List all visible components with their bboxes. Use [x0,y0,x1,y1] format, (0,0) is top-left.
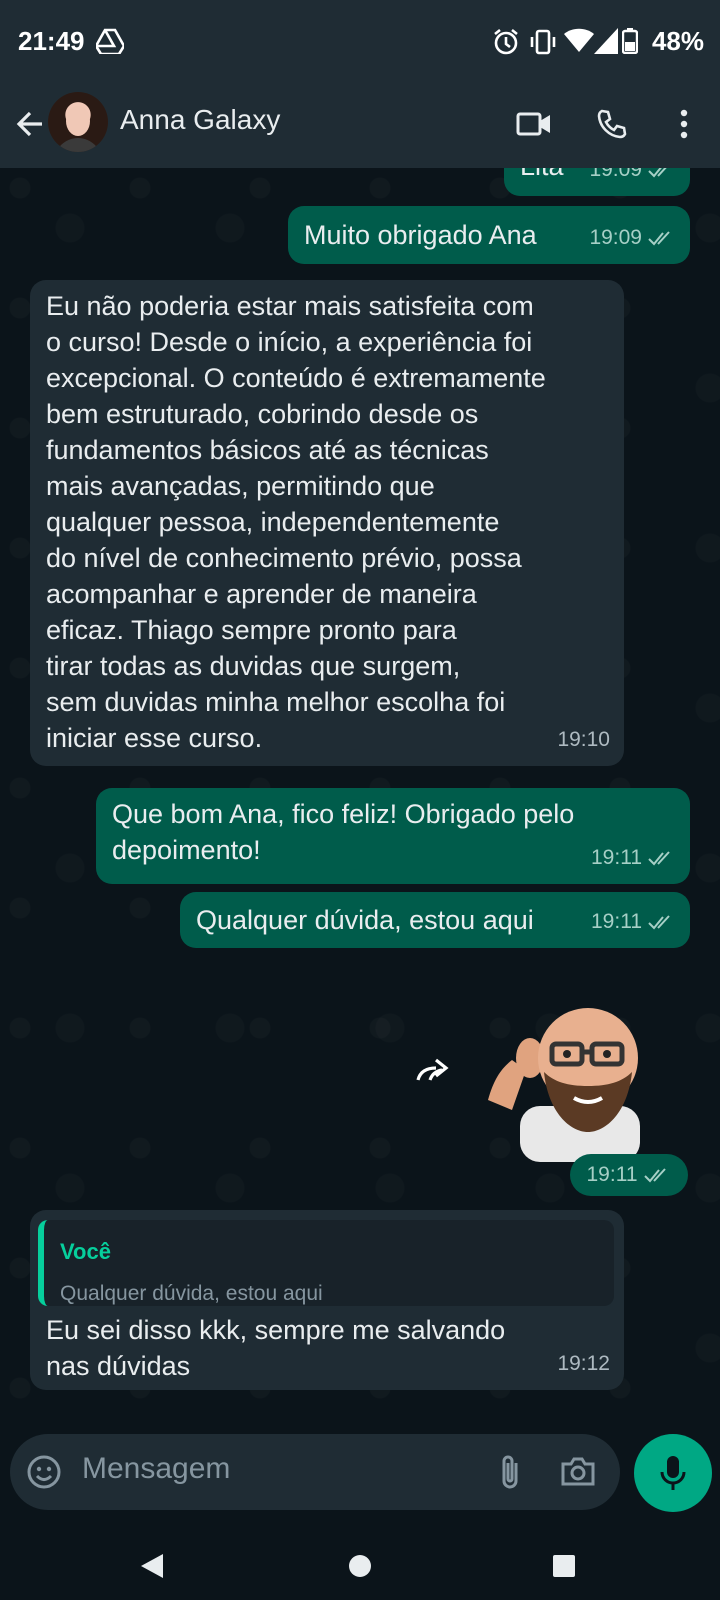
read-ticks-icon [648,851,670,866]
message-meta: 19:09 [589,168,676,188]
read-ticks-icon [643,1168,666,1183]
signal-icon [594,28,618,59]
attach-icon[interactable] [488,1450,532,1494]
status-time: 21:49 [18,26,85,56]
message-time: 19:10 [557,728,610,751]
message-meta: 19:10 [557,722,610,758]
avatar[interactable] [48,92,108,152]
status-bar: 21:49 48% [0,0,720,84]
battery-icon [621,28,639,59]
voice-call-icon[interactable] [590,102,634,146]
message-time: 19:09 [589,168,642,181]
message-meta: 19:09 [589,220,676,256]
quoted-message[interactable]: Você Qualquer dúvida, estou aqui [38,1220,614,1306]
emoji-icon[interactable] [22,1450,66,1494]
message-input[interactable]: Mensagem [82,1452,230,1486]
back-arrow-icon[interactable] [12,106,48,142]
vibrate-icon [530,28,556,61]
mic-button[interactable] [634,1434,712,1512]
sticker-meta: 19:11 [570,1154,688,1196]
message-time: 19:11 [591,846,642,869]
message-text: Muito obrigado Ana [304,220,537,250]
message-time: 19:12 [557,1352,610,1375]
message-bubble[interactable]: Eu não poderia estar mais satisfeita com… [30,280,624,766]
nav-recents-icon[interactable] [546,1548,582,1584]
message-meta: 19:11 [591,904,676,940]
message-meta: 19:12 [557,1346,610,1382]
contact-name[interactable]: Anna Galaxy [120,104,280,136]
message-time: 19:11 [586,1163,638,1186]
nav-home-icon[interactable] [342,1548,378,1584]
message-bubble[interactable]: Lita 19:09 [504,168,690,196]
message-text: Qualquer dúvida, estou aqui [196,905,534,935]
system-nav-bar [0,1528,720,1600]
message-composer[interactable]: Mensagem [10,1434,620,1510]
nav-back-icon[interactable] [134,1548,170,1584]
wifi-icon [564,28,594,59]
message-bubble[interactable]: Qualquer dúvida, estou aqui 19:11 [180,892,690,948]
battery-percent: 48% [651,26,704,56]
chat-header: Anna Galaxy [0,84,720,168]
read-ticks-icon [648,915,670,930]
memoji-sticker[interactable] [480,1002,660,1162]
mic-icon [660,1456,686,1490]
message-bubble[interactable]: Muito obrigado Ana 19:09 [288,206,690,264]
message-bubble[interactable]: Que bom Ana, fico feliz! Obrigado pelo d… [96,788,690,884]
message-text: Lita [520,168,564,184]
read-ticks-icon [648,231,670,246]
message-text: Que bom Ana, fico feliz! Obrigado pelo d… [112,799,575,865]
top-bar: 21:49 48% Anna Galaxy [0,0,720,168]
more-options-icon[interactable] [662,102,706,146]
message-bubble[interactable]: Você Qualquer dúvida, estou aqui Eu sei … [30,1210,624,1390]
message-meta: 19:11 [591,840,676,876]
quote-author: Você [60,1239,111,1264]
message-text: Eu não poderia estar mais satisfeita com… [46,291,546,753]
message-time: 19:11 [591,910,642,933]
message-time: 19:09 [589,226,642,249]
message-text: Eu sei disso kkk, sempre me salvando nas… [46,1315,506,1381]
chat-area[interactable]: Lita 19:09 Muito obrigado Ana 19:09 Eu n… [0,168,720,1408]
drive-icon [94,28,126,59]
quote-text: Qualquer dúvida, estou aqui [60,1282,323,1305]
read-ticks-icon [648,168,667,178]
forward-icon[interactable] [414,1056,454,1086]
camera-icon[interactable] [556,1450,600,1494]
video-call-icon[interactable] [512,102,556,146]
alarm-icon [492,28,520,61]
